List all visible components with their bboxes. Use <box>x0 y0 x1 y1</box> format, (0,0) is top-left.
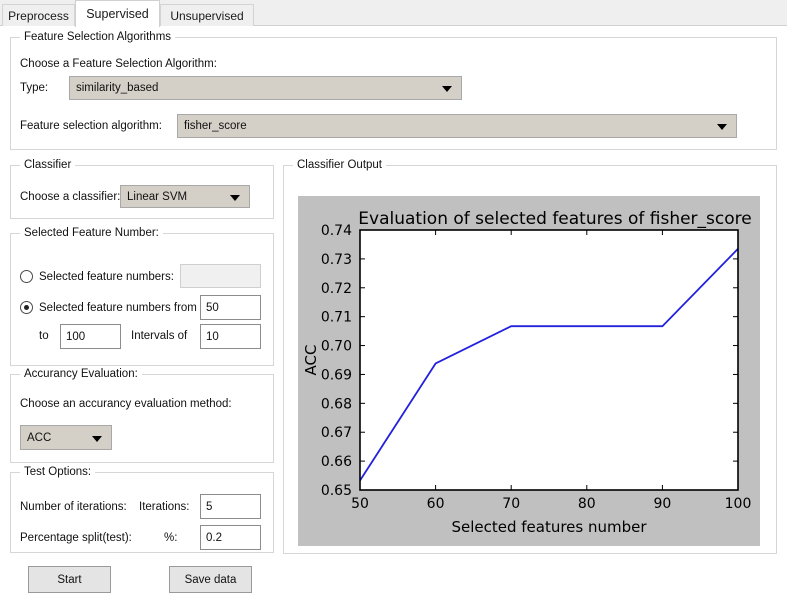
chevron-down-icon <box>717 124 727 130</box>
tab-preprocess[interactable]: Preprocess <box>2 4 75 26</box>
feature-number-from-input[interactable]: 50 <box>200 295 261 320</box>
y-tick-label: 0.68 <box>321 396 352 412</box>
accuracy-evaluation-combo[interactable]: ACC <box>20 425 112 450</box>
selected-feature-number-group-label: Selected Feature Number: <box>20 227 163 239</box>
y-tick-label: 0.66 <box>321 454 352 470</box>
y-tick-label: 0.72 <box>321 281 352 297</box>
x-tick-label: 60 <box>427 496 445 512</box>
feature-selection-group-label: Feature Selection Algorithms <box>20 31 176 43</box>
y-tick-label: 0.65 <box>321 483 352 499</box>
type-label: Type: <box>20 82 49 94</box>
y-tick-label: 0.70 <box>321 339 352 355</box>
feature-number-from-value: 50 <box>206 301 219 314</box>
accuracy-evaluation-value: ACC <box>27 431 52 444</box>
chevron-down-icon <box>92 435 102 442</box>
evaluation-chart-svg: Evaluation of selected features of fishe… <box>302 209 752 536</box>
percentage-split-label: Percentage split(test): <box>20 532 132 544</box>
type-combo-value: similarity_based <box>76 82 159 94</box>
x-tick-label: 50 <box>351 496 369 512</box>
iterations-field-label: Iterations: <box>139 501 190 513</box>
start-button[interactable]: Start <box>28 566 111 593</box>
percentage-split-value: 0.2 <box>206 531 222 544</box>
x-tick-label: 90 <box>653 496 671 512</box>
radio-range-feature-number-label: Selected feature numbers from <box>39 302 197 314</box>
radio-range-feature-number[interactable] <box>20 301 33 314</box>
y-tick-label: 0.73 <box>321 252 352 268</box>
test-options-group-label: Test Options: <box>20 466 96 478</box>
save-data-button[interactable]: Save data <box>169 566 252 593</box>
y-tick-label: 0.69 <box>321 367 352 383</box>
evaluation-chart: Evaluation of selected features of fishe… <box>298 196 760 546</box>
y-axis-label: ACC <box>302 345 320 376</box>
accuracy-evaluation-prompt: Choose an accurancy evaluation method: <box>20 398 232 410</box>
feature-number-to-input[interactable]: 100 <box>60 324 121 349</box>
percentage-split-input[interactable]: 0.2 <box>200 525 261 550</box>
tab-supervised[interactable]: Supervised <box>75 0 160 27</box>
radio-single-feature-number-label: Selected feature numbers: <box>39 271 174 283</box>
classifier-combo[interactable]: Linear SVM <box>120 185 250 208</box>
feature-number-to-value: 100 <box>66 330 86 343</box>
single-feature-number-input[interactable] <box>180 264 261 288</box>
accuracy-evaluation-group-label: Accurancy Evaluation: <box>20 368 142 380</box>
feature-number-interval-value: 10 <box>206 330 219 343</box>
chart-title: Evaluation of selected features of fishe… <box>358 209 751 229</box>
feature-selection-algorithm-combo[interactable]: fisher_score <box>177 114 737 138</box>
chevron-down-icon <box>442 86 452 92</box>
to-label: to <box>39 330 49 342</box>
y-tick-label: 0.67 <box>321 425 352 441</box>
tab-bar: Preprocess Supervised Unsupervised <box>0 0 787 27</box>
x-tick-label: 100 <box>725 496 752 512</box>
tab-unsupervised[interactable]: Unsupervised <box>160 4 254 26</box>
y-tick-label: 0.74 <box>321 223 352 239</box>
chevron-down-icon <box>230 194 240 201</box>
radio-single-feature-number[interactable] <box>20 270 33 283</box>
intervals-label: Intervals of <box>131 330 188 342</box>
choose-classifier-label: Choose a classifier: <box>20 191 121 203</box>
classifier-group-label: Classifier <box>20 159 76 171</box>
x-tick-label: 80 <box>578 496 596 512</box>
x-axis-label: Selected features number <box>451 518 647 536</box>
plot-area <box>360 230 738 490</box>
classifier-combo-value: Linear SVM <box>127 190 188 203</box>
x-tick-label: 70 <box>502 496 520 512</box>
feature-selection-prompt: Choose a Feature Selection Algorithm: <box>20 58 217 70</box>
iterations-input[interactable]: 5 <box>200 494 261 519</box>
iterations-value: 5 <box>206 500 213 513</box>
classifier-output-group-label: Classifier Output <box>293 159 387 171</box>
percentage-field-label: %: <box>164 532 178 544</box>
y-tick-label: 0.71 <box>321 310 352 326</box>
number-of-iterations-label: Number of iterations: <box>20 501 127 513</box>
feature-number-interval-input[interactable]: 10 <box>200 324 261 349</box>
type-combo[interactable]: similarity_based <box>69 76 462 100</box>
feature-selection-algorithm-label: Feature selection algorithm: <box>20 120 162 132</box>
feature-selection-algorithm-value: fisher_score <box>184 120 247 132</box>
